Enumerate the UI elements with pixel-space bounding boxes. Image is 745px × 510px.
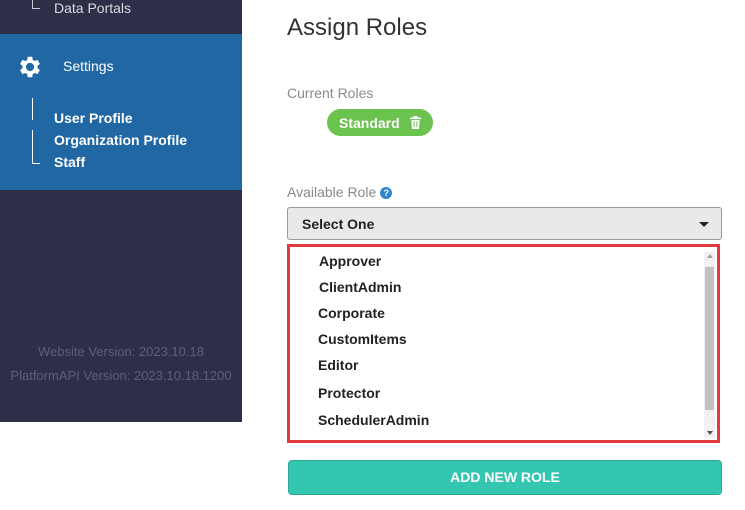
sidebar-item-organization-profile[interactable]: Organization Profile xyxy=(0,130,242,152)
scrollbar-thumb[interactable] xyxy=(705,267,714,410)
role-badge-label: Standard xyxy=(339,114,400,131)
role-option-editor[interactable]: Editor xyxy=(318,357,358,373)
sidebar-item-data-portals[interactable]: Data Portals xyxy=(0,0,242,34)
role-option-protector[interactable]: Protector xyxy=(318,385,380,401)
tree-connector xyxy=(32,0,40,9)
role-option-customitems[interactable]: CustomItems xyxy=(318,331,407,347)
select-value: Select One xyxy=(302,216,375,232)
role-options-list: Approver ClientAdmin Corporate CustomIte… xyxy=(287,244,720,443)
sidebar-item-user-profile[interactable]: User Profile xyxy=(0,98,242,130)
sidebar-item-staff[interactable]: Staff xyxy=(0,152,242,174)
available-role-label: Available Role? xyxy=(287,184,393,200)
page-title: Assign Roles xyxy=(287,14,428,41)
website-version: Website Version: 2023.10.18 xyxy=(38,344,204,359)
tree-connector xyxy=(32,152,40,164)
sidebar-section-settings: Settings User Profile Organization Profi… xyxy=(0,34,242,190)
question-circle-icon[interactable]: ? xyxy=(380,187,393,199)
current-roles-label: Current Roles xyxy=(287,85,374,101)
main-content: Assign Roles Current Roles Standard Avai… xyxy=(242,0,745,510)
sidebar: Data Portals Settings User Profile Organ… xyxy=(0,0,242,422)
tree-connector xyxy=(32,98,40,120)
available-role-text: Available Role xyxy=(287,184,377,200)
sidebar-item-label: Data Portals xyxy=(54,0,132,16)
sidebar-item-label: Organization Profile xyxy=(54,132,188,148)
sidebar-item-label: Settings xyxy=(63,58,114,74)
scroll-down-icon[interactable] xyxy=(707,431,713,435)
tree-connector xyxy=(32,130,40,152)
role-option-scheduleradmin[interactable]: SchedulerAdmin xyxy=(318,412,429,428)
scroll-up-icon[interactable] xyxy=(707,254,713,258)
gear-icon xyxy=(20,56,40,78)
sidebar-item-label: User Profile xyxy=(54,110,133,126)
role-option-clientadmin[interactable]: ClientAdmin xyxy=(319,279,401,295)
role-badge-standard: Standard xyxy=(327,109,433,136)
trash-icon[interactable] xyxy=(409,116,421,129)
role-option-corporate[interactable]: Corporate xyxy=(318,305,385,321)
caret-down-icon xyxy=(699,222,709,227)
available-role-select[interactable]: Select One xyxy=(287,207,722,240)
sidebar-item-settings[interactable]: Settings xyxy=(0,34,242,92)
role-option-approver[interactable]: Approver xyxy=(319,253,381,269)
add-new-role-button[interactable]: ADD NEW ROLE xyxy=(288,460,722,495)
platform-api-version: PlatformAPI Version: 2023.10.18.1200 xyxy=(10,368,232,383)
sidebar-item-label: Staff xyxy=(54,154,86,170)
